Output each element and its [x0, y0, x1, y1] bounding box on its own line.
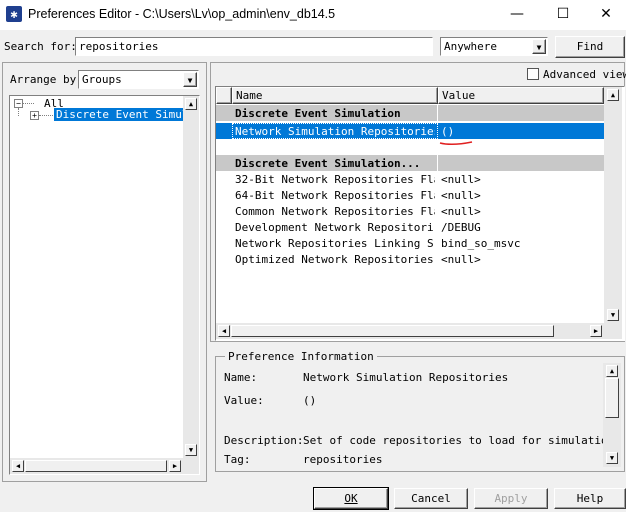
scroll-right-icon[interactable]: ▶: [169, 460, 181, 472]
close-button[interactable]: ✕: [586, 0, 626, 30]
cancel-button[interactable]: Cancel: [394, 488, 468, 509]
row-value[interactable]: /DEBUG: [441, 221, 601, 234]
group-title: Discrete Event Simulation: [235, 107, 401, 120]
info-vertical-scrollbar[interactable]: ▲ ▼: [603, 363, 621, 467]
row-value[interactable]: <null>: [441, 189, 601, 202]
info-value-label: Value:: [224, 394, 264, 407]
column-header-name-label: Name: [236, 89, 263, 102]
scroll-thumb[interactable]: [25, 460, 167, 472]
row-name[interactable]: 64-Bit Network Repositories Flags: [235, 189, 435, 202]
advanced-view-checkbox[interactable]: [527, 68, 539, 80]
scroll-left-icon[interactable]: ◀: [218, 325, 230, 337]
tree-vertical-scrollbar[interactable]: ▲ ▼: [183, 96, 199, 459]
apply-button[interactable]: Apply: [474, 488, 548, 509]
expand-icon[interactable]: +: [30, 111, 39, 120]
tree-connector: [22, 103, 34, 104]
tree-item-discrete-event-simulation[interactable]: Discrete Event Simulation: [53, 107, 199, 122]
info-tag-label: Tag:: [224, 453, 251, 466]
header-corner: [216, 87, 232, 104]
scroll-thumb[interactable]: [605, 378, 619, 418]
search-label: Search for:: [4, 40, 77, 53]
column-header-value-label: Value: [442, 89, 476, 102]
preferences-table[interactable]: Name Value Discrete Event Simulation Net…: [215, 86, 625, 341]
arrange-dropdown[interactable]: Groups ▼: [78, 70, 199, 89]
cancel-button-label: Cancel: [411, 492, 451, 505]
scroll-up-icon[interactable]: ▲: [607, 89, 619, 101]
scroll-left-icon[interactable]: ◀: [12, 460, 24, 472]
table-horizontal-scrollbar[interactable]: ◀ ▶: [216, 323, 622, 339]
search-scope-value: Anywhere: [444, 40, 497, 53]
scroll-up-icon[interactable]: ▲: [185, 98, 197, 110]
row-name[interactable]: 32-Bit Network Repositories Flags: [235, 173, 435, 186]
column-header-value[interactable]: Value: [438, 87, 604, 104]
arrange-value: Groups: [82, 73, 122, 86]
row-name[interactable]: Network Repositories Linking S...: [235, 237, 435, 250]
column-header-name[interactable]: Name: [232, 87, 438, 104]
row-value[interactable]: (): [441, 125, 601, 138]
help-button[interactable]: Help: [554, 488, 626, 509]
annotation-underline: [439, 141, 473, 146]
ok-button-label: OK: [344, 492, 358, 505]
group-divider: [437, 155, 438, 171]
chevron-down-icon[interactable]: ▼: [183, 72, 197, 87]
row-value[interactable]: <null>: [441, 173, 601, 186]
find-button-label: Find: [576, 40, 604, 53]
scroll-down-icon[interactable]: ▼: [606, 452, 618, 464]
tree-horizontal-scrollbar[interactable]: ◀ ▶: [10, 458, 199, 474]
info-name-label: Name:: [224, 371, 258, 384]
search-input[interactable]: repositories: [75, 37, 433, 56]
row-value[interactable]: <null>: [441, 253, 601, 266]
group-divider: [437, 105, 438, 121]
group-title: Discrete Event Simulation...: [235, 157, 421, 170]
tree-connector: [18, 108, 19, 116]
find-button[interactable]: Find: [555, 36, 625, 58]
info-description-value: Set of code repositories to load for sim…: [303, 434, 621, 447]
arrange-label: Arrange by: [10, 73, 77, 86]
row-value[interactable]: bind_so_msvc: [441, 237, 601, 250]
group-tree[interactable]: − All + Discrete Event Simulation ▲ ▼ ◀ …: [9, 95, 200, 475]
scroll-down-icon[interactable]: ▼: [185, 444, 197, 456]
advanced-view-label: Advanced view: [543, 68, 626, 81]
minimize-button[interactable]: —: [494, 0, 540, 30]
ok-button[interactable]: OK: [313, 487, 389, 510]
search-scope-dropdown[interactable]: Anywhere ▼: [440, 37, 548, 56]
window-title: Preferences Editor - C:\Users\Lv\op_admi…: [28, 7, 336, 21]
apply-button-label: Apply: [494, 492, 528, 505]
row-name[interactable]: Common Network Repositories Flags: [235, 205, 435, 218]
info-description-label: Description:: [224, 434, 304, 447]
info-value-value: (): [303, 394, 317, 407]
scroll-right-icon[interactable]: ▶: [590, 325, 602, 337]
maximize-button[interactable]: ☐: [540, 0, 586, 30]
scroll-up-icon[interactable]: ▲: [606, 365, 618, 377]
info-name-value: Network Simulation Repositories: [303, 371, 509, 384]
chevron-down-icon[interactable]: ▼: [532, 39, 546, 54]
scroll-down-icon[interactable]: ▼: [607, 309, 619, 321]
search-input-value: repositories: [79, 40, 159, 53]
scroll-thumb[interactable]: [231, 325, 554, 337]
info-tag-value: repositories: [303, 453, 383, 466]
title-bar[interactable]: ✱ Preferences Editor - C:\Users\Lv\op_ad…: [0, 0, 626, 30]
row-value[interactable]: <null>: [441, 205, 601, 218]
help-button-label: Help: [576, 492, 604, 505]
row-name[interactable]: Network Simulation Repositories: [235, 125, 435, 138]
row-name[interactable]: Development Network Repositori...: [235, 221, 435, 234]
app-icon: ✱: [6, 6, 22, 22]
tree-connector: [39, 115, 53, 116]
table-vertical-scrollbar[interactable]: ▲ ▼: [604, 87, 622, 323]
row-name[interactable]: Optimized Network Repositories...: [235, 253, 435, 266]
preference-info-legend: Preference Information: [225, 350, 377, 363]
